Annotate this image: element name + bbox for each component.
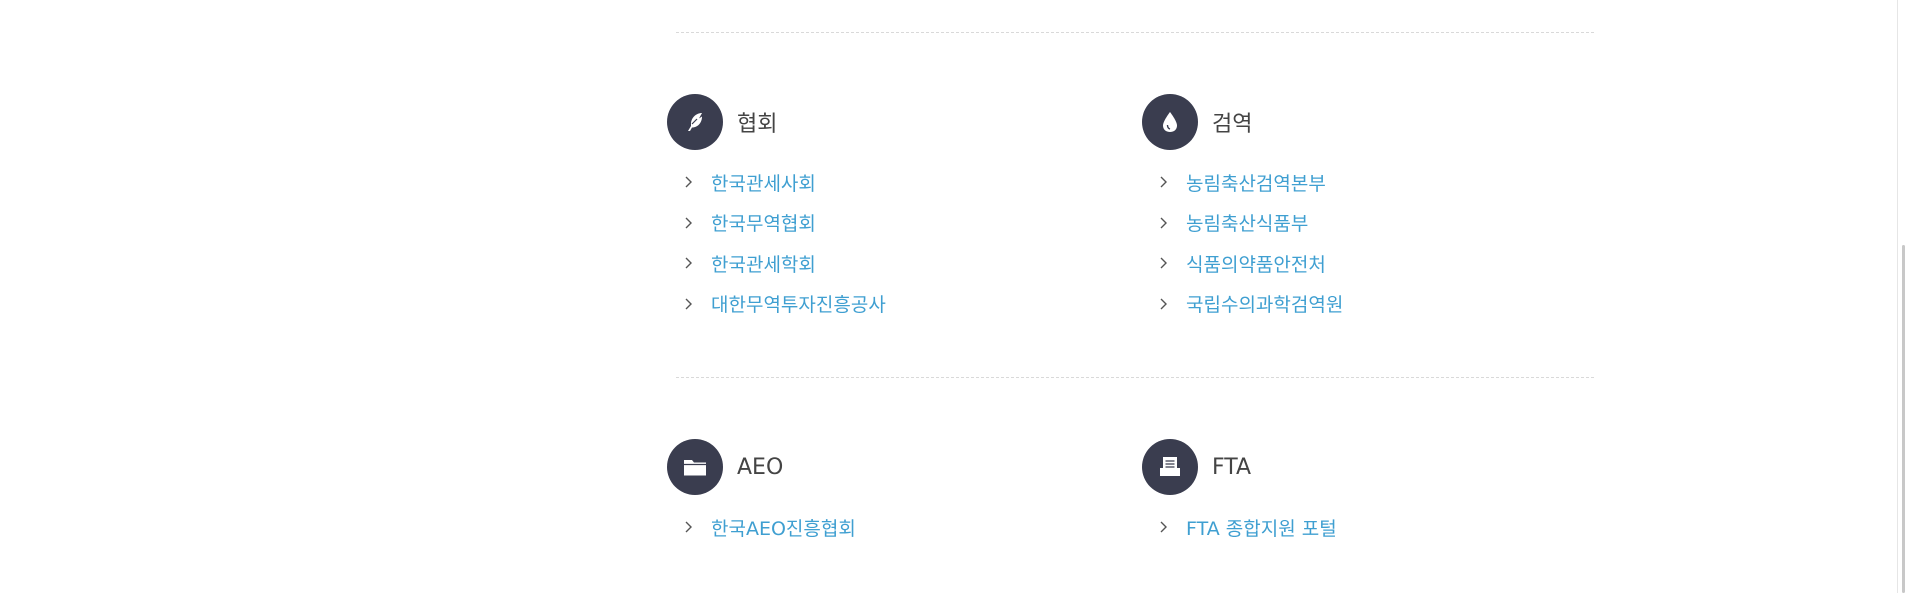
section-header: 협회 xyxy=(667,94,1087,150)
section-header: 검역 xyxy=(1142,94,1562,150)
list-item: 한국관세학회 xyxy=(685,243,1087,284)
link-food-drug-safety[interactable]: 식품의약품안전처 xyxy=(1186,250,1326,277)
section-quarantine: 검역 농림축산검역본부 농림축산식품부 식품의약품안전처 국립수의과학검역원 xyxy=(1142,94,1562,324)
section-title: 검역 xyxy=(1212,112,1253,137)
list-item: 농림축산식품부 xyxy=(1160,203,1562,244)
link-list: 한국관세사회 한국무역협회 한국관세학회 대한무역투자진흥공사 xyxy=(667,162,1087,324)
section-association: 협회 한국관세사회 한국무역협회 한국관세학회 대한무역투자진흥공사 xyxy=(667,94,1087,324)
chevron-right-icon xyxy=(1160,254,1178,272)
section-divider xyxy=(676,32,1594,33)
chevron-right-icon xyxy=(1160,518,1178,536)
related-sites-page: 협회 한국관세사회 한국무역협회 한국관세학회 대한무역투자진흥공사 검역 농림… xyxy=(0,0,1906,593)
link-animal-plant-quarantine[interactable]: 농림축산검역본부 xyxy=(1186,169,1326,196)
chevron-right-icon xyxy=(685,518,703,536)
section-header: FTA xyxy=(1142,439,1562,495)
chevron-right-icon xyxy=(685,173,703,191)
chevron-right-icon xyxy=(1160,173,1178,191)
chevron-right-icon xyxy=(685,214,703,232)
section-aeo: AEO 한국AEO진흥협회 xyxy=(667,439,1087,548)
section-title: 협회 xyxy=(737,112,778,137)
section-divider xyxy=(676,377,1594,378)
chevron-right-icon xyxy=(685,254,703,272)
scrollbar-thumb[interactable] xyxy=(1902,245,1905,593)
link-list: 농림축산검역본부 농림축산식품부 식품의약품안전처 국립수의과학검역원 xyxy=(1142,162,1562,324)
link-kotra[interactable]: 대한무역투자진흥공사 xyxy=(711,290,886,317)
section-fta: FTA FTA 종합지원 포털 xyxy=(1142,439,1562,548)
list-item: 대한무역투자진흥공사 xyxy=(685,284,1087,325)
chevron-right-icon xyxy=(1160,295,1178,313)
link-agriculture-ministry[interactable]: 농림축산식품부 xyxy=(1186,209,1308,236)
list-item: FTA 종합지원 포털 xyxy=(1160,507,1562,548)
link-korea-customs-brokers[interactable]: 한국관세사회 xyxy=(711,169,816,196)
link-korea-aeo-association[interactable]: 한국AEO진흥협회 xyxy=(711,514,856,541)
list-item: 한국무역협회 xyxy=(685,203,1087,244)
section-title: FTA xyxy=(1212,454,1252,480)
vertical-scrollbar[interactable] xyxy=(1897,0,1906,593)
chevron-right-icon xyxy=(685,295,703,313)
section-header: AEO xyxy=(667,439,1087,495)
folder-icon xyxy=(667,439,723,495)
link-list: 한국AEO진흥협회 xyxy=(667,507,1087,548)
list-item: 식품의약품안전처 xyxy=(1160,243,1562,284)
chevron-right-icon xyxy=(1160,214,1178,232)
link-fta-portal[interactable]: FTA 종합지원 포털 xyxy=(1186,514,1337,541)
link-list: FTA 종합지원 포털 xyxy=(1142,507,1562,548)
link-korea-customs-society[interactable]: 한국관세학회 xyxy=(711,250,816,277)
drop-icon xyxy=(1142,94,1198,150)
document-tray-icon xyxy=(1142,439,1198,495)
list-item: 한국관세사회 xyxy=(685,162,1087,203)
link-veterinary-research[interactable]: 국립수의과학검역원 xyxy=(1186,290,1343,317)
list-item: 한국AEO진흥협회 xyxy=(685,507,1087,548)
section-title: AEO xyxy=(737,454,784,480)
list-item: 농림축산검역본부 xyxy=(1160,162,1562,203)
feather-icon xyxy=(667,94,723,150)
link-korea-trade-association[interactable]: 한국무역협회 xyxy=(711,209,816,236)
list-item: 국립수의과학검역원 xyxy=(1160,284,1562,325)
